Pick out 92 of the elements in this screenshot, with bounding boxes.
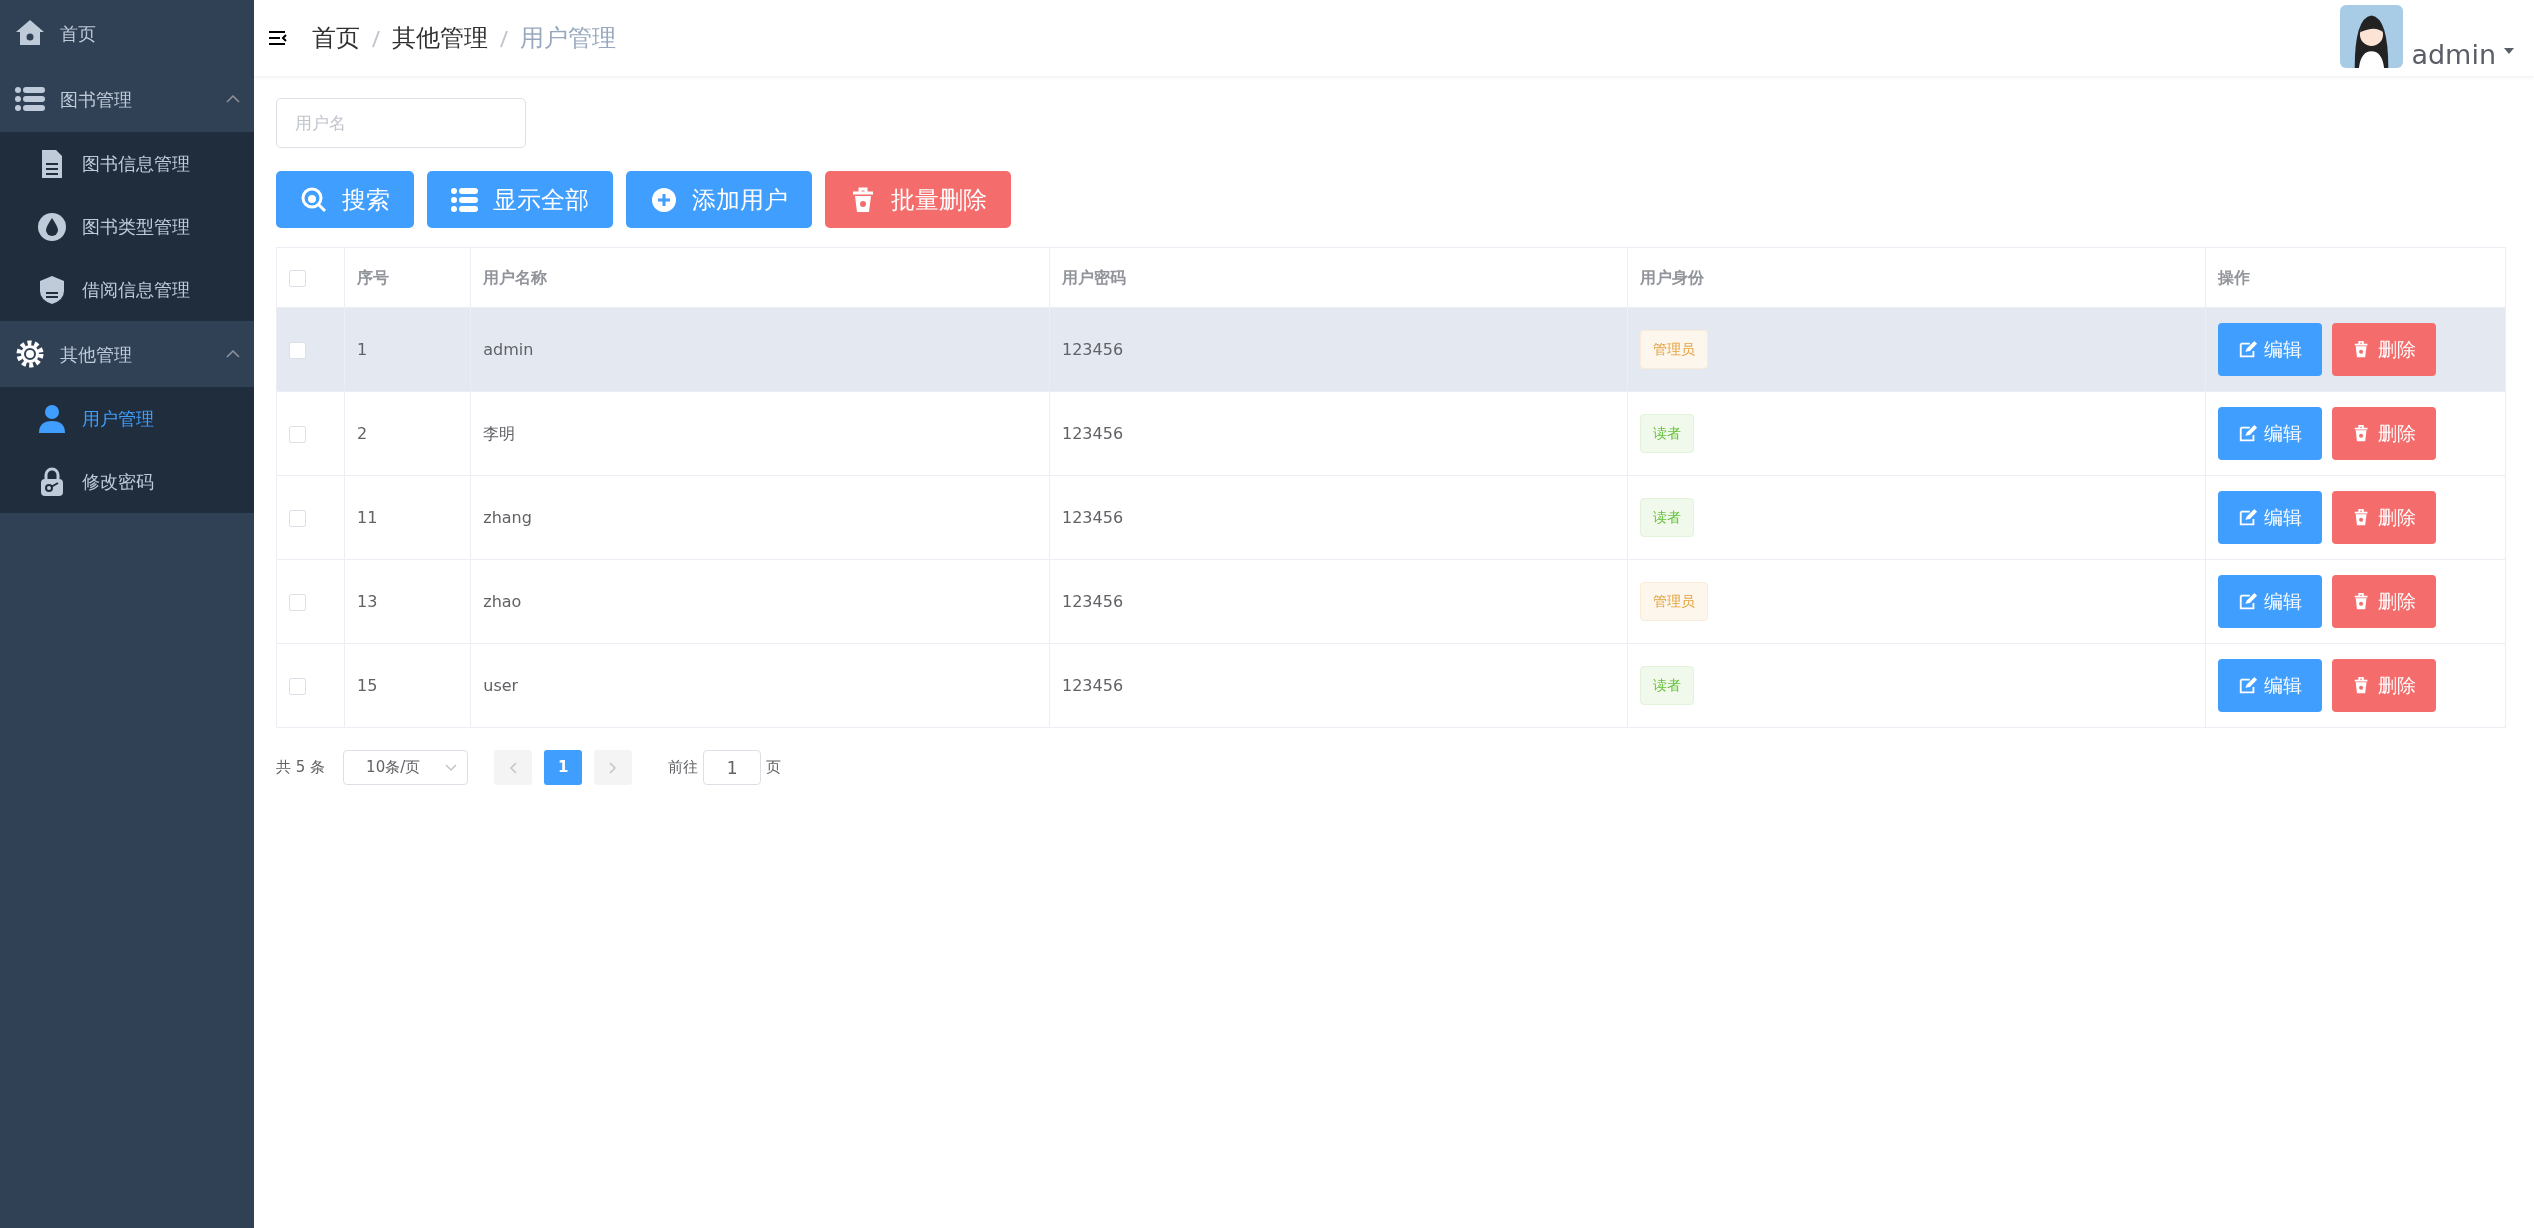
table-cell: 123456 bbox=[1049, 391, 1628, 476]
goto-label: 前往 bbox=[668, 757, 699, 779]
page-button[interactable]: 1 bbox=[544, 750, 583, 785]
page-number-field[interactable]: 1 bbox=[703, 750, 762, 785]
edit-button[interactable]: 编辑 bbox=[2217, 407, 2322, 460]
delete-button[interactable]: 删除 bbox=[2331, 659, 2436, 712]
table-cell: user bbox=[470, 643, 1050, 728]
menu-item[interactable]: 首页 bbox=[0, 0, 254, 66]
table-cell: zhao bbox=[470, 559, 1050, 644]
menu-label: 首页 bbox=[60, 21, 96, 46]
menu-label: 其他管理 bbox=[60, 342, 132, 367]
menu-label: 图书类型管理 bbox=[82, 215, 190, 239]
column-header: 用户名称 bbox=[470, 247, 1050, 308]
gear-icon bbox=[14, 338, 46, 370]
menu-toggle-icon[interactable] bbox=[268, 30, 288, 46]
next-page-button[interactable] bbox=[594, 750, 633, 785]
toolbar-button[interactable]: 显示全部 bbox=[427, 171, 613, 228]
menu-item[interactable]: 用户管理 bbox=[0, 387, 254, 450]
menu-label: 用户管理 bbox=[82, 407, 154, 431]
menu-label: 图书信息管理 bbox=[82, 152, 190, 176]
chevron-down-icon bbox=[445, 763, 458, 772]
edit-button[interactable]: 编辑 bbox=[2217, 323, 2322, 376]
edit-icon bbox=[2237, 423, 2258, 444]
breadcrumb-item[interactable]: 首页 bbox=[312, 20, 360, 56]
table-cell: 1 bbox=[344, 307, 471, 392]
menu-item[interactable]: 借阅信息管理 bbox=[0, 258, 254, 321]
table-cell: 2 bbox=[344, 391, 471, 476]
chevron-right-icon bbox=[609, 761, 618, 774]
chevron-icon bbox=[226, 350, 240, 358]
row-checkbox[interactable] bbox=[289, 677, 306, 695]
edit-icon bbox=[2237, 591, 2258, 612]
row-checkbox[interactable] bbox=[289, 425, 306, 443]
menu-item[interactable]: 修改密码 bbox=[0, 450, 254, 513]
breadcrumb-item[interactable]: 其他管理 bbox=[392, 20, 488, 56]
table-cell: 11 bbox=[344, 475, 471, 560]
previous-page-button[interactable] bbox=[494, 750, 533, 785]
table-cell: 123456 bbox=[1049, 559, 1628, 644]
list-icon bbox=[451, 185, 479, 214]
edit-icon bbox=[2237, 675, 2258, 696]
menu-group[interactable]: 其他管理 bbox=[0, 321, 254, 387]
delete-button[interactable]: 删除 bbox=[2331, 491, 2436, 544]
table-cell: 李明 bbox=[470, 391, 1050, 476]
menu-label: 图书管理 bbox=[60, 87, 132, 112]
delete-button[interactable]: 删除 bbox=[2331, 323, 2436, 376]
drop-icon bbox=[36, 210, 68, 243]
column-header: 序号 bbox=[344, 247, 471, 308]
select-all-checkbox[interactable] bbox=[289, 269, 306, 287]
toolbar-button[interactable]: 批量删除 bbox=[825, 171, 1011, 228]
role-tag: 读者 bbox=[1639, 414, 1694, 453]
menu-item[interactable]: 图书信息管理 bbox=[0, 132, 254, 195]
menu-label: 修改密码 bbox=[82, 470, 154, 494]
table-cell: admin bbox=[470, 307, 1050, 392]
menu-item[interactable]: 图书类型管理 bbox=[0, 195, 254, 258]
row-checkbox[interactable] bbox=[289, 593, 306, 611]
column-header: 用户密码 bbox=[1049, 247, 1628, 308]
edit-button[interactable]: 编辑 bbox=[2217, 491, 2322, 544]
edit-button[interactable]: 编辑 bbox=[2217, 659, 2322, 712]
plus-icon bbox=[650, 185, 678, 214]
toolbar-button[interactable]: 搜索 bbox=[276, 171, 414, 228]
menu-label: 借阅信息管理 bbox=[82, 278, 190, 302]
breadcrumb-item: 用户管理 bbox=[520, 23, 616, 54]
toolbar-button[interactable]: 添加用户 bbox=[626, 171, 812, 228]
edit-icon bbox=[2237, 339, 2258, 360]
caret-icon[interactable] bbox=[2504, 48, 2514, 54]
edit-icon bbox=[2237, 507, 2258, 528]
column-header: 用户身份 bbox=[1627, 247, 2206, 308]
table-cell: 123456 bbox=[1049, 643, 1628, 728]
column-header: 操作 bbox=[2205, 247, 2506, 308]
chevron-left-icon bbox=[509, 761, 518, 774]
goto-suffix: 页 bbox=[766, 757, 782, 779]
menu-group[interactable]: 图书管理 bbox=[0, 66, 254, 132]
username-search-field[interactable]: 用户名 bbox=[276, 98, 526, 148]
role-tag: 读者 bbox=[1639, 498, 1694, 537]
role-tag: 读者 bbox=[1639, 666, 1694, 705]
table-cell: 13 bbox=[344, 559, 471, 644]
delete-button[interactable]: 删除 bbox=[2331, 407, 2436, 460]
row-checkbox[interactable] bbox=[289, 341, 306, 359]
search-icon bbox=[300, 185, 328, 214]
total-count: 共 5 条 bbox=[276, 757, 326, 779]
page-size-select[interactable]: 10条/页 bbox=[343, 750, 469, 785]
row-checkbox[interactable] bbox=[289, 509, 306, 527]
table-cell: 123456 bbox=[1049, 475, 1628, 560]
user-icon bbox=[36, 402, 68, 435]
edit-button[interactable]: 编辑 bbox=[2217, 575, 2322, 628]
username[interactable]: admin bbox=[2411, 41, 2496, 68]
role-tag: 管理员 bbox=[1639, 582, 1708, 621]
table-cell: 123456 bbox=[1049, 307, 1628, 392]
role-tag: 管理员 bbox=[1639, 330, 1708, 369]
table-cell: zhang bbox=[470, 475, 1050, 560]
table-cell: 15 bbox=[344, 643, 471, 728]
delete-button[interactable]: 删除 bbox=[2331, 575, 2436, 628]
chevron-icon bbox=[226, 95, 240, 103]
